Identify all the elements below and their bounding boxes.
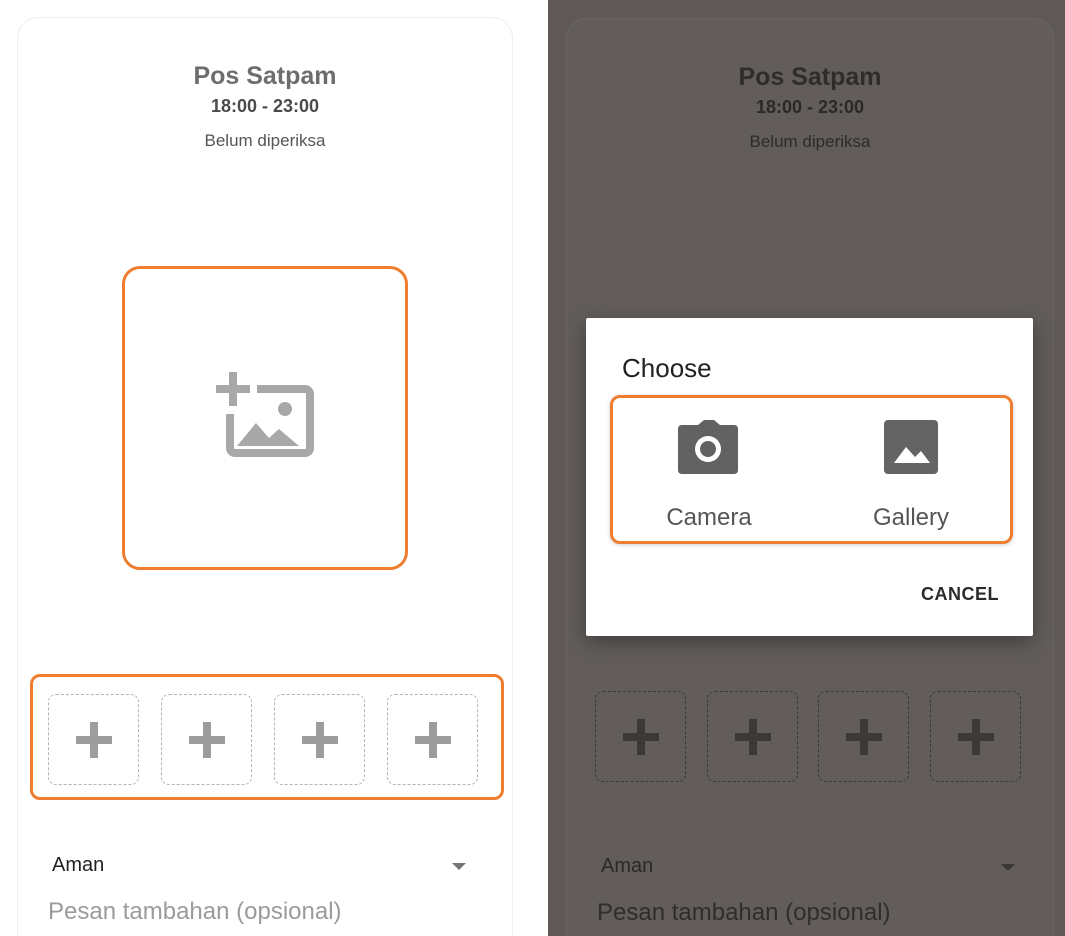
- add-thumbnail-button[interactable]: [387, 694, 478, 785]
- add-thumbnail-button[interactable]: [274, 694, 365, 785]
- camera-icon: [678, 420, 738, 474]
- screen-with-dialog: Pos Satpam 18:00 - 23:00 Belum diperiksa…: [548, 0, 1065, 936]
- add-photo-icon: [209, 372, 314, 457]
- checkpoint-time: 18:00 - 23:00: [210, 96, 320, 116]
- camera-option[interactable]: Camera: [619, 398, 799, 541]
- add-photo-area[interactable]: [122, 266, 408, 570]
- source-options: Camera Gallery: [610, 395, 1013, 544]
- plus-icon: [957, 718, 994, 755]
- gallery-option[interactable]: Gallery: [821, 398, 1001, 541]
- screen-before-dialog: Pos Satpam 18:00 - 23:00 Belum diperiksa…: [0, 0, 532, 936]
- add-thumbnail-button[interactable]: [161, 694, 252, 785]
- checkpoint-title: Pos Satpam: [738, 63, 882, 91]
- message-input[interactable]: Pesan tambahan (opsional): [597, 899, 891, 927]
- cancel-button[interactable]: CANCEL: [921, 584, 999, 605]
- add-thumbnail-button[interactable]: [707, 691, 798, 782]
- plus-icon: [734, 718, 771, 755]
- add-thumbnail-button[interactable]: [48, 694, 139, 785]
- dropdown-arrow-icon[interactable]: [452, 863, 466, 870]
- checkpoint-status: Belum diperiksa: [749, 132, 871, 151]
- status-select[interactable]: Aman: [52, 854, 104, 877]
- status-select[interactable]: Aman: [601, 855, 653, 878]
- plus-icon: [414, 721, 451, 758]
- plus-icon: [622, 718, 659, 755]
- dialog-title: Choose: [622, 353, 712, 383]
- add-thumbnail-button[interactable]: [818, 691, 909, 782]
- choose-source-dialog: Choose Camera Gallery CANCEL: [586, 318, 1033, 636]
- checkpoint-card: Pos Satpam 18:00 - 23:00 Belum diperiksa…: [18, 18, 512, 936]
- checkpoint-status: Belum diperiksa: [204, 131, 326, 150]
- gallery-label: Gallery: [872, 504, 950, 531]
- add-thumbnail-button[interactable]: [595, 691, 686, 782]
- plus-icon: [845, 718, 882, 755]
- message-input[interactable]: Pesan tambahan (opsional): [48, 898, 342, 926]
- add-thumbnail-button[interactable]: [930, 691, 1021, 782]
- plus-icon: [301, 721, 338, 758]
- plus-icon: [75, 721, 112, 758]
- plus-icon: [188, 721, 225, 758]
- camera-label: Camera: [666, 504, 752, 531]
- thumbnail-group: [30, 674, 504, 800]
- gallery-icon: [884, 420, 938, 474]
- dropdown-arrow-icon[interactable]: [1001, 864, 1015, 871]
- checkpoint-time: 18:00 - 23:00: [755, 97, 865, 117]
- checkpoint-title: Pos Satpam: [193, 62, 337, 90]
